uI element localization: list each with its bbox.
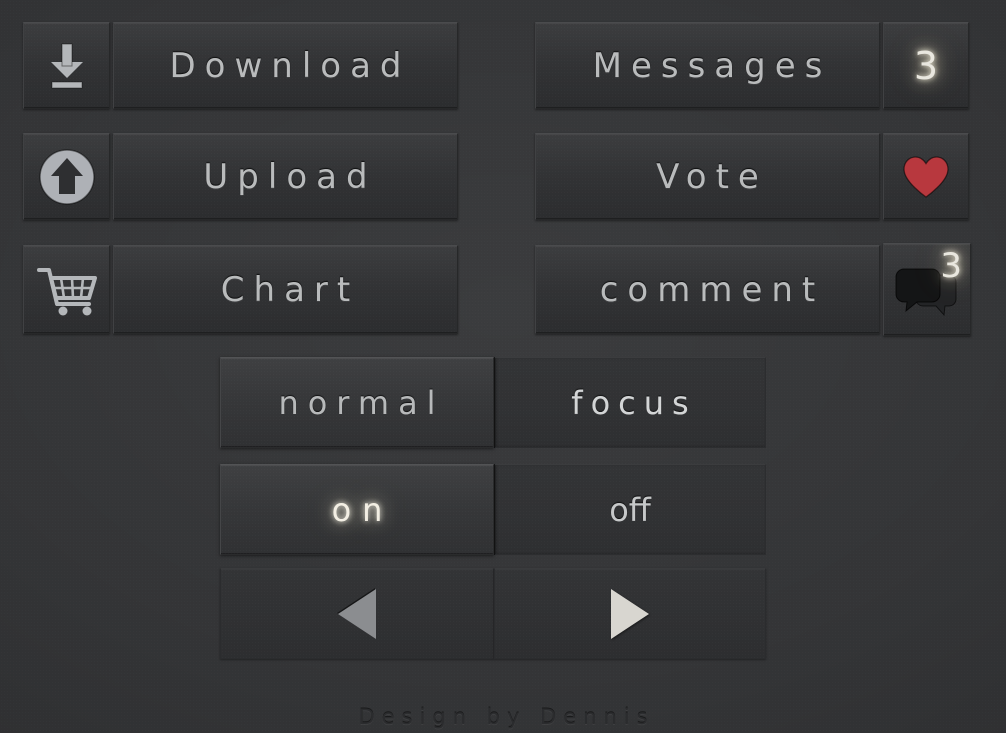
messages-label-button[interactable]: Messages bbox=[535, 22, 880, 109]
upload-label-button[interactable]: Upload bbox=[113, 133, 458, 220]
toggle-on-button[interactable]: on bbox=[220, 464, 494, 555]
comment-label: comment bbox=[599, 269, 825, 310]
segment-focus-label: focus bbox=[571, 383, 697, 422]
messages-label: Messages bbox=[592, 45, 832, 86]
chart-label-button[interactable]: Chart bbox=[113, 245, 458, 334]
download-label-button[interactable]: Download bbox=[113, 22, 458, 109]
messages-count-badge: 3 bbox=[913, 43, 939, 88]
arrow-right-icon bbox=[495, 569, 765, 658]
segment-focus-button[interactable]: focus bbox=[494, 357, 766, 448]
arrow-left-icon bbox=[221, 569, 493, 658]
messages-badge-button[interactable]: 3 bbox=[883, 22, 969, 109]
nav-next-button[interactable] bbox=[494, 568, 766, 659]
download-icon-button[interactable] bbox=[23, 22, 110, 109]
toggle-off-button[interactable]: off bbox=[494, 464, 766, 555]
heart-icon bbox=[884, 134, 968, 219]
toggle-on-label: on bbox=[331, 490, 394, 529]
segment-normal-button[interactable]: normal bbox=[220, 357, 494, 448]
vote-badge-button[interactable] bbox=[883, 133, 969, 220]
upload-icon-button[interactable] bbox=[23, 133, 110, 220]
upload-label: Upload bbox=[203, 156, 377, 197]
toggle-off-label: off bbox=[609, 490, 651, 529]
segment-normal-label: normal bbox=[278, 383, 445, 422]
chart-label: Chart bbox=[220, 269, 360, 310]
comment-count-badge: 3 bbox=[940, 246, 962, 286]
button-showcase-stage: Download Upload Chart Messages 3 Vote co… bbox=[0, 0, 1006, 733]
comment-label-button[interactable]: comment bbox=[535, 245, 880, 334]
vote-label: Vote bbox=[656, 156, 768, 197]
shopping-cart-icon bbox=[24, 246, 109, 333]
design-credit: Design by Dennis bbox=[358, 705, 655, 729]
download-arrow-icon bbox=[24, 23, 109, 108]
vote-label-button[interactable]: Vote bbox=[535, 133, 880, 220]
upload-circle-arrow-icon bbox=[24, 134, 109, 219]
chart-icon-button[interactable] bbox=[23, 245, 110, 334]
download-label: Download bbox=[169, 45, 411, 86]
comment-badge-button[interactable]: 3 bbox=[883, 243, 971, 336]
nav-previous-button[interactable] bbox=[220, 568, 494, 659]
